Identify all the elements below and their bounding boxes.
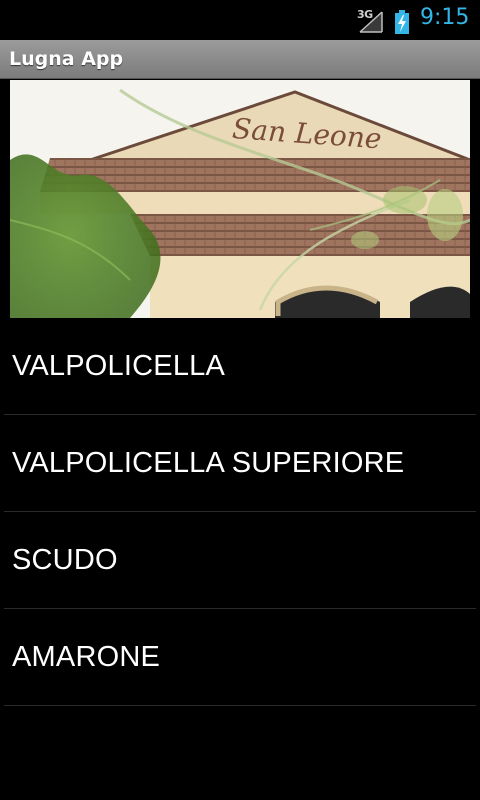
action-bar: Lugna App bbox=[0, 40, 480, 79]
list-item-scudo[interactable]: SCUDO bbox=[4, 512, 476, 609]
app-title: Lugna App bbox=[9, 48, 124, 70]
list-item-label: VALPOLICELLA SUPERIORE bbox=[12, 447, 405, 479]
list-item-amarone[interactable]: AMARONE bbox=[4, 609, 476, 706]
list-item-label: VALPOLICELLA bbox=[12, 350, 226, 382]
winery-photo: San Leone bbox=[10, 80, 470, 318]
signal-icon bbox=[359, 11, 383, 33]
battery-charging-icon bbox=[395, 10, 409, 34]
list-item-valpolicella-superiore[interactable]: VALPOLICELLA SUPERIORE bbox=[4, 415, 476, 512]
clock: 9:15 bbox=[420, 5, 470, 30]
wine-list: VALPOLICELLA VALPOLICELLA SUPERIORE SCUD… bbox=[0, 318, 480, 706]
list-item-label: SCUDO bbox=[12, 544, 118, 576]
status-bar: 3G 9:15 bbox=[0, 0, 480, 40]
list-item-label: AMARONE bbox=[12, 641, 161, 673]
list-item-valpolicella[interactable]: VALPOLICELLA bbox=[4, 318, 476, 415]
